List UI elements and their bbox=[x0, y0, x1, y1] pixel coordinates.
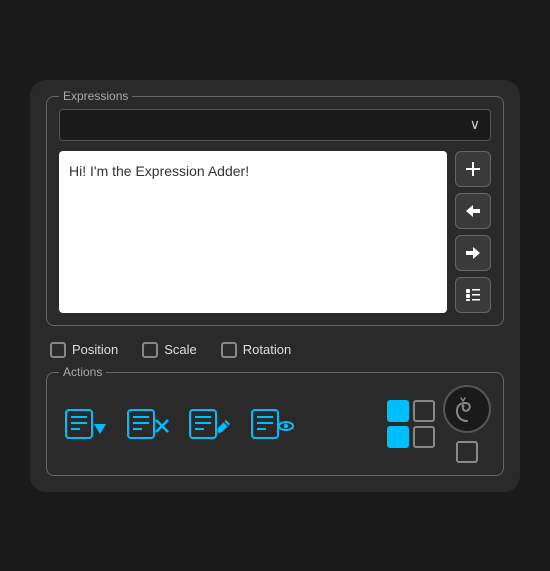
main-panel: Expressions ∨ Hi! I'm the Expression Add… bbox=[30, 80, 520, 492]
expressions-label: Expressions bbox=[59, 89, 132, 103]
plus-icon bbox=[464, 160, 482, 178]
import-icon bbox=[463, 202, 483, 220]
mini-cell-4[interactable] bbox=[413, 426, 435, 448]
expression-dropdown[interactable]: ∨ bbox=[59, 109, 491, 141]
small-square-icon[interactable] bbox=[456, 441, 478, 463]
append-action-button[interactable] bbox=[59, 397, 113, 451]
scale-label: Scale bbox=[164, 342, 197, 357]
view-action-button[interactable] bbox=[245, 397, 299, 451]
expressions-section: Expressions ∨ Hi! I'm the Expression Add… bbox=[46, 96, 504, 326]
chevron-down-icon: ∨ bbox=[470, 116, 480, 133]
checkboxes-row: Position Scale Rotation bbox=[46, 342, 504, 358]
expressions-content: Hi! I'm the Expression Adder! bbox=[59, 151, 491, 313]
side-buttons-column bbox=[455, 151, 491, 313]
mini-grid bbox=[387, 400, 435, 448]
snake-icon[interactable] bbox=[443, 385, 491, 433]
action-icons-row bbox=[59, 397, 379, 451]
actions-right bbox=[387, 400, 435, 448]
mini-cell-1[interactable] bbox=[387, 400, 409, 422]
delete-icon bbox=[126, 406, 170, 442]
view-icon bbox=[250, 406, 294, 442]
position-label: Position bbox=[72, 342, 118, 357]
mini-cell-3[interactable] bbox=[387, 426, 409, 448]
dropdown-row: ∨ bbox=[59, 109, 491, 141]
mini-cell-2[interactable] bbox=[413, 400, 435, 422]
position-checkbox-box[interactable] bbox=[50, 342, 66, 358]
edit-action-button[interactable] bbox=[183, 397, 237, 451]
edit-icon bbox=[188, 406, 232, 442]
list-button[interactable] bbox=[455, 277, 491, 313]
rotation-label: Rotation bbox=[243, 342, 291, 357]
append-icon bbox=[64, 406, 108, 442]
list-icon bbox=[464, 286, 482, 304]
expression-text: Hi! I'm the Expression Adder! bbox=[69, 163, 249, 179]
snake-column bbox=[443, 385, 491, 463]
rotation-checkbox[interactable]: Rotation bbox=[221, 342, 291, 358]
scale-checkbox[interactable]: Scale bbox=[142, 342, 197, 358]
actions-label: Actions bbox=[59, 365, 106, 379]
delete-action-button[interactable] bbox=[121, 397, 175, 451]
actions-section: Actions bbox=[46, 372, 504, 476]
export-icon bbox=[463, 244, 483, 262]
export-button[interactable] bbox=[455, 235, 491, 271]
expression-text-area[interactable]: Hi! I'm the Expression Adder! bbox=[59, 151, 447, 313]
import-button[interactable] bbox=[455, 193, 491, 229]
position-checkbox[interactable]: Position bbox=[50, 342, 118, 358]
snake-svg bbox=[451, 393, 483, 425]
rotation-checkbox-box[interactable] bbox=[221, 342, 237, 358]
scale-checkbox-box[interactable] bbox=[142, 342, 158, 358]
add-button[interactable] bbox=[455, 151, 491, 187]
